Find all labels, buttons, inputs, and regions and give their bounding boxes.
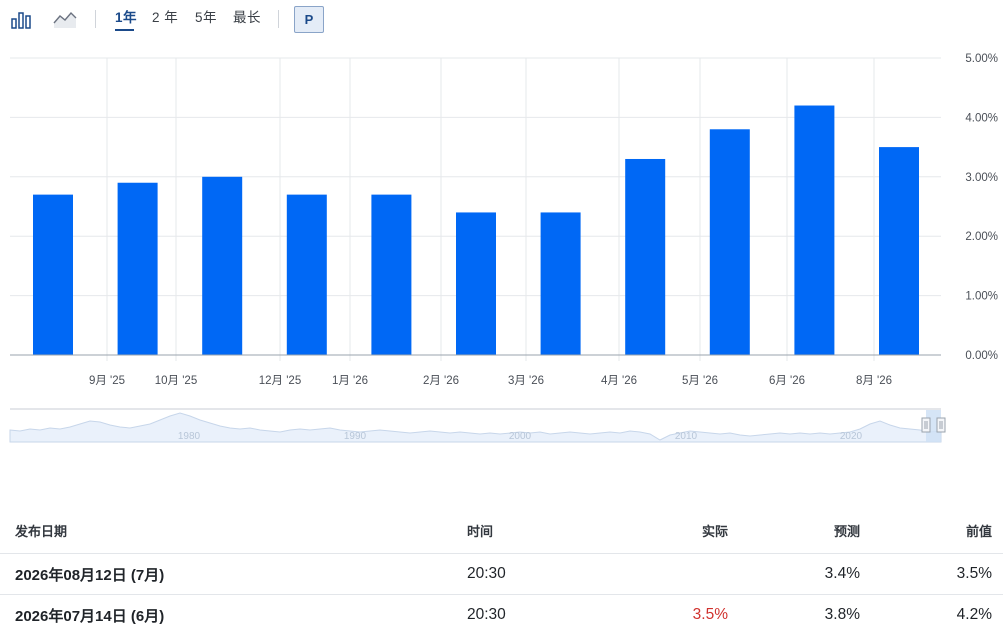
navigator-year-label: 2000 bbox=[509, 431, 532, 442]
bar[interactable] bbox=[286, 194, 327, 355]
navigator-handle-left[interactable] bbox=[921, 417, 931, 433]
release-time: 20:30 bbox=[467, 565, 506, 582]
range-5y[interactable]: 5年 bbox=[195, 9, 217, 27]
navigator-year-label: 2020 bbox=[840, 431, 863, 442]
bar-chart: 0.00% 1.00% 2.00% 3.00% 4.00% 5.00% 9月 '25 10月… bbox=[10, 53, 998, 387]
x-tick-label: 12月 '25 bbox=[259, 375, 301, 387]
active-range-underline bbox=[115, 29, 134, 31]
release-table: 发布日期 时间 实际 预测 前值 2026年08月12日 (7月) 20:30 … bbox=[0, 508, 1003, 635]
y-tick-label: 4.00% bbox=[965, 112, 998, 124]
y-tick-label: 1.00% bbox=[965, 291, 998, 303]
x-tick-label: 6月 '26 bbox=[769, 375, 805, 387]
bar-chart-icon[interactable] bbox=[9, 8, 35, 30]
header-actual[interactable]: 实际 bbox=[702, 508, 728, 553]
bar[interactable] bbox=[709, 129, 750, 355]
previous-value: 4.2% bbox=[956, 606, 992, 623]
y-tick-label: 0.00% bbox=[965, 350, 998, 362]
range-max[interactable]: 最长 bbox=[233, 9, 261, 27]
chart-toolbar: 1年 2 年 5年 最长 P bbox=[0, 0, 1003, 40]
forecast-value: 3.8% bbox=[824, 606, 860, 623]
header-forecast[interactable]: 预测 bbox=[834, 508, 860, 553]
y-tick-label: 3.00% bbox=[965, 172, 998, 184]
navigator-year-label: 2010 bbox=[675, 431, 698, 442]
toolbar-divider bbox=[95, 10, 96, 28]
x-tick-label: 8月 '26 bbox=[856, 375, 892, 387]
x-tick-label: 5月 '26 bbox=[682, 375, 718, 387]
header-previous[interactable]: 前值 bbox=[966, 508, 992, 553]
range-2y[interactable]: 2 年 bbox=[152, 9, 178, 27]
x-tick-label: 4月 '26 bbox=[601, 375, 637, 387]
x-tick-label: 1月 '26 bbox=[332, 375, 368, 387]
header-date[interactable]: 发布日期 bbox=[15, 508, 67, 553]
p-button[interactable]: P bbox=[294, 6, 324, 33]
line-chart-icon[interactable] bbox=[51, 8, 79, 30]
table-row: 2026年07月14日 (6月) 20:30 3.5% 3.8% 4.2% bbox=[0, 595, 1003, 635]
bar[interactable] bbox=[202, 176, 243, 355]
toolbar-divider bbox=[278, 10, 279, 28]
header-time[interactable]: 时间 bbox=[467, 508, 493, 553]
bar[interactable] bbox=[456, 212, 496, 355]
forecast-value: 3.4% bbox=[824, 565, 860, 582]
bar[interactable] bbox=[879, 147, 919, 355]
bar[interactable] bbox=[371, 194, 412, 355]
x-tick-label: 10月 '25 bbox=[155, 375, 197, 387]
bar[interactable] bbox=[117, 182, 158, 355]
release-time: 20:30 bbox=[467, 606, 506, 623]
previous-value: 3.5% bbox=[956, 565, 992, 582]
range-1y[interactable]: 1年 bbox=[115, 9, 137, 27]
range-navigator[interactable]: 1980 1990 2000 2010 2020 bbox=[0, 402, 1003, 448]
bar[interactable] bbox=[540, 212, 581, 355]
navigator-year-label: 1980 bbox=[178, 431, 201, 442]
x-tick-label: 2月 '26 bbox=[423, 375, 459, 387]
x-tick-label: 3月 '26 bbox=[508, 375, 544, 387]
y-tick-label: 2.00% bbox=[965, 231, 998, 243]
x-tick-label: 9月 '25 bbox=[89, 375, 125, 387]
release-date: 2026年07月14日 (6月) bbox=[15, 607, 165, 625]
bar[interactable] bbox=[625, 158, 666, 355]
navigator-area bbox=[9, 412, 942, 443]
y-tick-label: 5.00% bbox=[965, 53, 998, 65]
actual-value: 3.5% bbox=[692, 606, 728, 623]
navigator-handle-right[interactable] bbox=[936, 417, 946, 433]
table-row: 2026年08月12日 (7月) 20:30 3.4% 3.5% bbox=[0, 554, 1003, 595]
release-date: 2026年08月12日 (7月) bbox=[15, 566, 165, 584]
table-header-row: 发布日期 时间 实际 预测 前值 bbox=[0, 508, 1003, 554]
navigator-year-label: 1990 bbox=[344, 431, 367, 442]
bar[interactable] bbox=[33, 194, 73, 355]
bar[interactable] bbox=[794, 105, 835, 356]
